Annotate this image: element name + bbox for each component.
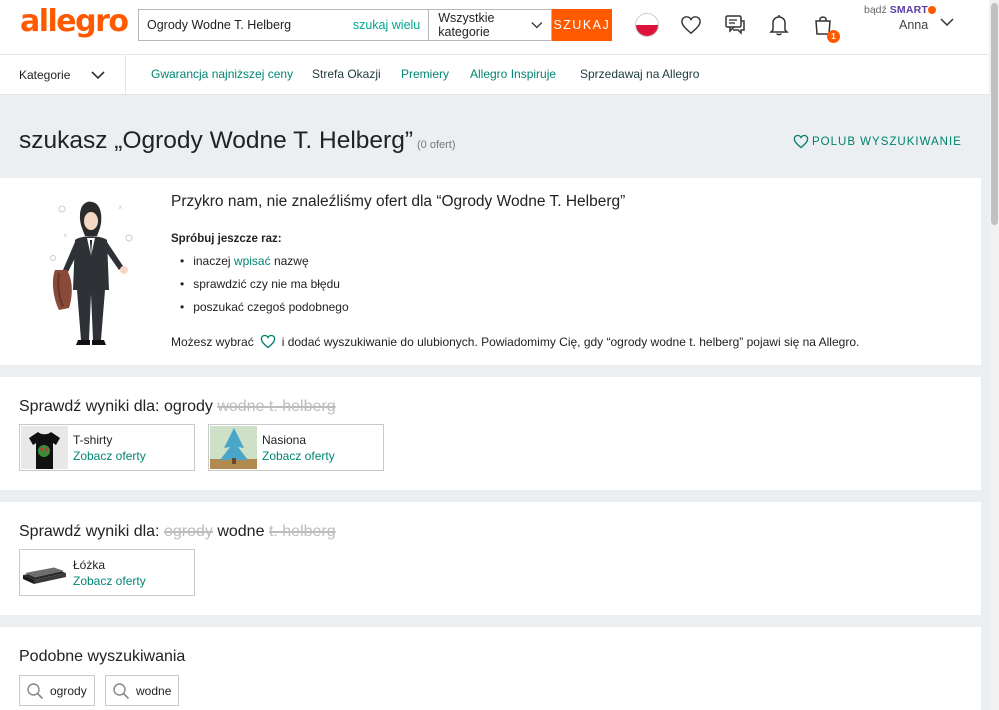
cart-icon[interactable]: 1	[810, 12, 840, 43]
notify-note: Możesz wybrać i dodać wyszukiwanie do ul…	[171, 334, 859, 349]
messages-icon[interactable]	[722, 12, 748, 38]
smart-dot-icon	[928, 6, 937, 14]
categories-dropdown[interactable]: Kategorie	[0, 55, 126, 95]
scrollbar-thumb[interactable]	[991, 3, 998, 225]
cart-badge: 1	[827, 30, 840, 43]
bell-icon[interactable]	[766, 12, 792, 38]
nav-link-guarantee[interactable]: Gwarancja najniższej ceny	[151, 67, 293, 81]
tree-thumbnail	[210, 426, 257, 469]
poland-flag-icon[interactable]	[635, 13, 659, 37]
see-offers-link[interactable]: Zobacz oferty	[73, 574, 146, 588]
chevron-down-icon	[91, 71, 105, 79]
tips-list: inaczej wpisać nazwę sprawdzić czy nie m…	[180, 252, 349, 321]
section-heading: Sprawdź wyniki dla: ogrody wodne t. helb…	[19, 523, 336, 541]
main-nav: Kategorie Gwarancja najniższej ceny Stre…	[0, 55, 989, 95]
section-label: Sprawdź wyniki dla:	[19, 398, 160, 415]
chevron-down-icon	[531, 22, 543, 29]
list-item: inaczej wpisać nazwę	[180, 252, 349, 275]
struck-words: wodne t. helberg	[217, 398, 336, 415]
chip-label: wodne	[136, 683, 172, 698]
tip1-pre: inaczej	[193, 254, 231, 268]
user-name[interactable]: Anna	[899, 18, 928, 32]
page-title: szukasz „Ogrody Wodne T. Helberg” (0 ofer…	[19, 127, 456, 155]
search-button[interactable]: SZUKAJ	[551, 9, 612, 41]
search-bar: szukaj wielu Wszystkie kategorie SZUKAJ	[138, 9, 612, 41]
kept-word: ogrody	[163, 398, 213, 415]
try-again-label: Spróbuj jeszcze raz:	[171, 233, 282, 245]
search-icon	[27, 682, 44, 699]
categories-label: Kategorie	[19, 68, 71, 82]
note-post: i dodać wyszukiwanie do ulubionych. Powi…	[281, 334, 860, 349]
result-card-nasiona[interactable]: Nasiona Zobacz oferty	[208, 424, 384, 471]
heart-icon[interactable]	[260, 334, 276, 349]
struck-words-after: t. helberg	[268, 523, 336, 540]
favorite-search-label: POLUB WYSZUKIWANIE	[812, 135, 962, 148]
no-results-heading: Przykro nam, nie znaleźliśmy ofert dla “…	[171, 193, 626, 210]
chevron-down-icon[interactable]	[940, 18, 954, 26]
nav-link-premieres[interactable]: Premiery	[401, 67, 449, 81]
nav-link-inspires[interactable]: Allegro Inspiruje	[470, 67, 556, 81]
favorite-search-button[interactable]: POLUB WYSZUKIWANIE	[793, 134, 962, 149]
smart-badge[interactable]: bądź SMART	[864, 4, 937, 16]
page-title-text: szukasz „Ogrody Wodne T. Helberg”	[19, 127, 413, 154]
header: allegro szukaj wielu Wszystkie kategorie…	[0, 0, 989, 55]
result-name: T-shirty	[73, 433, 113, 447]
result-card-tshirty[interactable]: T-shirty Zobacz oferty	[19, 424, 195, 471]
smart-prefix: bądź	[864, 4, 887, 16]
chip-label: ogrody	[50, 683, 87, 698]
nav-link-sell[interactable]: Sprzedawaj na Allegro	[580, 67, 699, 81]
offer-count: (0 ofert)	[417, 139, 456, 151]
kept-word: wodne	[217, 523, 265, 540]
section-heading: Sprawdź wyniki dla: ogrody wodne t. helb…	[19, 398, 336, 416]
tip1-post: nazwę	[273, 254, 309, 268]
note-pre: Możesz wybrać	[171, 334, 254, 349]
search-input[interactable]	[138, 9, 353, 41]
heart-icon	[793, 134, 809, 149]
see-offers-link[interactable]: Zobacz oferty	[262, 449, 335, 463]
multi-search-link[interactable]: szukaj wielu	[352, 9, 429, 41]
see-offers-link[interactable]: Zobacz oferty	[73, 449, 146, 463]
bed-thumbnail	[21, 551, 68, 594]
result-name: Nasiona	[262, 433, 307, 447]
list-item: poszukać czegoś podobnego	[180, 298, 348, 321]
retype-link[interactable]: wpisać	[234, 254, 271, 268]
result-card-lozka[interactable]: Łóżka Zobacz oferty	[19, 549, 195, 596]
similar-searches-heading: Podobne wyszukiwania	[19, 648, 186, 665]
nav-link-deals[interactable]: Strefa Okazji	[312, 67, 381, 81]
similar-search-chip[interactable]: ogrody	[19, 675, 95, 706]
svg-text:×: ×	[63, 231, 68, 240]
tshirt-thumbnail	[21, 426, 68, 469]
smart-label: SMART	[889, 4, 929, 16]
allegro-logo[interactable]: allegro	[20, 4, 129, 39]
result-name: Łóżka	[73, 558, 106, 572]
section-label: Sprawdź wyniki dla:	[19, 523, 160, 540]
list-item: sprawdzić czy nie ma błędu	[180, 275, 349, 298]
category-select-label: Wszystkie kategorie	[438, 11, 495, 39]
search-icon	[113, 682, 130, 699]
confused-man-illustration: × ×	[50, 201, 133, 345]
struck-word-before: ogrody	[163, 523, 213, 540]
category-select[interactable]: Wszystkie kategorie	[428, 9, 552, 41]
similar-search-chip[interactable]: wodne	[105, 675, 180, 706]
heart-icon[interactable]	[678, 12, 704, 38]
svg-text:×: ×	[118, 203, 123, 212]
